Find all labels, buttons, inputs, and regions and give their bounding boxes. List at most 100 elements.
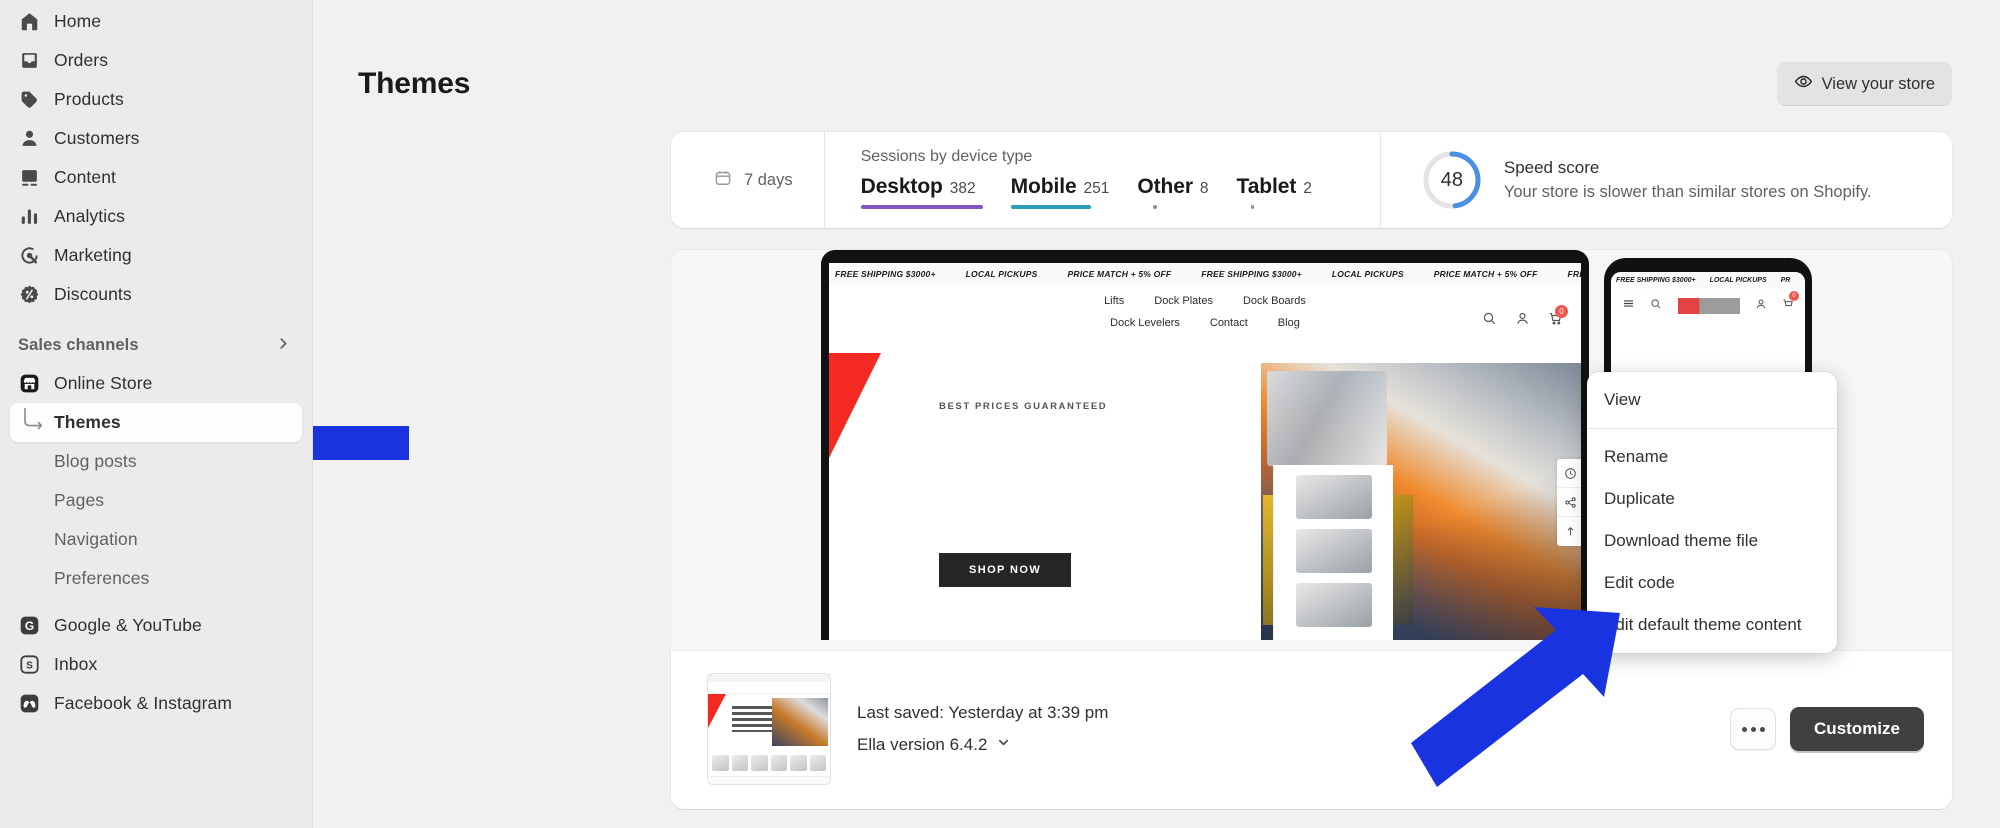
announcement-item: PRICE MATCH + 5% OFF (1433, 269, 1538, 279)
sidebar-item-label: Marketing (54, 245, 132, 265)
date-range-selector[interactable]: 7 days (671, 132, 825, 228)
preview-cart-badge: 0 (1789, 291, 1799, 301)
announcement-item: FREE SHIPPING $3000+ (1201, 269, 1302, 279)
sidebar-item-online-store[interactable]: Online Store (10, 364, 302, 403)
date-range-label: 7 days (744, 170, 793, 189)
preview-red-wedge (829, 353, 881, 458)
device-stat-mobile[interactable]: Mobile 251 (1010, 175, 1109, 209)
speed-score-subtitle: Your store is slower than similar stores… (1503, 183, 1872, 201)
sidebar-item-label: Orders (54, 50, 109, 70)
shopify-admin-window: Home Orders Products Customers Content A… (0, 0, 2000, 828)
sidebar-item-facebook-instagram[interactable]: Facebook & Instagram (10, 684, 302, 723)
current-theme-card: FREE SHIPPING $3000+ LOCAL PICKUPS PRICE… (671, 250, 1952, 809)
sidebar-item-label: Analytics (54, 206, 125, 226)
device-bar (1010, 205, 1091, 209)
speed-score-block[interactable]: 48 Speed score Your store is slower than… (1379, 132, 1872, 228)
preview-account-icon (1515, 311, 1530, 331)
page-header: Themes View your store (313, 0, 2000, 106)
sidebar-item-products[interactable]: Products (10, 80, 302, 119)
device-breakdown-list: Desktop 382 Mobile 251 Other 8 Tablet 2 (860, 175, 1312, 209)
mobile-preview-nav: 0 (1611, 289, 1805, 323)
sidebar-item-analytics[interactable]: Analytics (10, 197, 302, 236)
sidebar-item-preferences[interactable]: Preferences (10, 559, 302, 598)
eye-icon (1794, 72, 1813, 96)
announcement-item: FREE SHIPPING $3000+ (835, 269, 936, 279)
calendar-icon (713, 168, 733, 193)
analytics-bars-icon (18, 206, 40, 228)
home-icon (18, 11, 40, 33)
sidebar-subitem-label: Navigation (54, 529, 138, 549)
sidebar-item-marketing[interactable]: Marketing (10, 236, 302, 275)
sidebar-item-discounts[interactable]: Discounts (10, 275, 302, 314)
device-stat-other[interactable]: Other 8 (1137, 175, 1209, 209)
sidebar-item-google-youtube[interactable]: G Google & YouTube (10, 606, 302, 645)
theme-last-saved: Last saved: Yesterday at 3:39 pm (857, 703, 1109, 722)
sales-channels-label: Sales channels (18, 335, 139, 354)
sidebar-item-content[interactable]: Content (10, 158, 302, 197)
storefront-icon (18, 373, 40, 395)
announcement-item: LOCAL PICKUPS (1331, 269, 1404, 279)
sidebar-item-inbox[interactable]: S Inbox (10, 645, 302, 684)
sidebar-item-customers[interactable]: Customers (10, 119, 302, 158)
preview-account-icon (1755, 297, 1767, 315)
context-menu-item-download-theme-file[interactable]: Download theme file (1587, 520, 1837, 562)
more-actions-button[interactable] (1730, 708, 1777, 750)
cards-container: 7 days Sessions by device type Desktop 3… (671, 132, 2000, 809)
sidebar-item-navigation[interactable]: Navigation (10, 520, 302, 559)
products-tag-icon (18, 89, 40, 111)
device-stat-tablet[interactable]: Tablet 2 (1237, 175, 1312, 209)
sidebar-subitem-label: Blog posts (54, 451, 137, 471)
speed-score-value: 48 (1440, 168, 1463, 191)
device-name: Other (1137, 175, 1193, 198)
dot (1750, 726, 1756, 732)
chevron-down-icon (996, 735, 1011, 755)
orders-icon (18, 50, 40, 72)
dot (1759, 726, 1765, 732)
theme-version-label: Ella version 6.4.2 (857, 735, 988, 754)
customize-button[interactable]: Customize (1790, 707, 1924, 751)
mobile-store-logo (1677, 298, 1740, 314)
device-value: 382 (949, 180, 976, 197)
preview-cart-badge: 0 (1555, 305, 1568, 318)
device-value: 2 (1303, 180, 1312, 197)
view-your-store-button[interactable]: View your store (1776, 62, 1952, 106)
dot (1741, 726, 1747, 732)
sessions-title: Sessions by device type (860, 148, 1033, 165)
context-menu-item-rename[interactable]: Rename (1587, 436, 1837, 478)
sidebar-item-home[interactable]: Home (10, 2, 302, 41)
theme-card-footer: Last saved: Yesterday at 3:39 pm Ella ve… (671, 650, 1952, 809)
preview-shop-now-button: SHOP NOW (939, 553, 1072, 587)
customers-person-icon (18, 128, 40, 150)
sidebar-item-pages[interactable]: Pages (10, 481, 302, 520)
announcement-item: LOCAL PICKUPS (965, 269, 1038, 279)
preview-hero-section: BEST PRICES GUARANTEED SHOP NOW (829, 353, 1581, 640)
sidebar-item-label: Online Store (54, 373, 153, 393)
sidebar-item-blog-posts[interactable]: Blog posts (10, 442, 302, 481)
sidebar-item-label: Facebook & Instagram (54, 693, 233, 713)
context-menu-item-view[interactable]: View (1587, 379, 1837, 421)
discounts-badge-icon (18, 284, 40, 306)
sidebar-item-orders[interactable]: Orders (10, 41, 302, 80)
preview-nav-row-1: Lifts Dock Plates Dock Boards (829, 295, 1581, 307)
announcement-item: PR (1780, 277, 1791, 284)
context-menu-item-edit-code[interactable]: Edit code (1587, 562, 1837, 604)
sidebar-subitem-label: Pages (54, 490, 105, 510)
sidebar-subitem-label: Preferences (54, 568, 150, 588)
sales-channels-group-header[interactable]: Sales channels (18, 330, 290, 360)
theme-thumbnail (707, 673, 831, 785)
device-name: Mobile (1010, 175, 1077, 198)
preview-store-nav: Lifts Dock Plates Dock Boards Dock Level… (829, 285, 1581, 353)
sidebar-item-label: Discounts (54, 284, 132, 304)
sidebar-item-themes[interactable]: Themes (10, 403, 302, 442)
device-stat-desktop[interactable]: Desktop 382 (860, 175, 983, 209)
context-menu-item-duplicate[interactable]: Duplicate (1587, 478, 1837, 520)
sidebar-subitem-label: Themes (54, 412, 121, 432)
device-bar (1250, 205, 1254, 209)
preview-search-icon (1482, 311, 1497, 331)
page-title: Themes (358, 67, 471, 100)
sidebar-item-label: Home (54, 11, 102, 31)
context-menu-item-edit-default-theme-content[interactable]: Edit default theme content (1587, 604, 1837, 646)
announcement-item: FREE SHIPPING (1567, 269, 1581, 279)
theme-version-selector[interactable]: Ella version 6.4.2 (857, 735, 1108, 755)
context-menu-separator (1587, 428, 1837, 429)
